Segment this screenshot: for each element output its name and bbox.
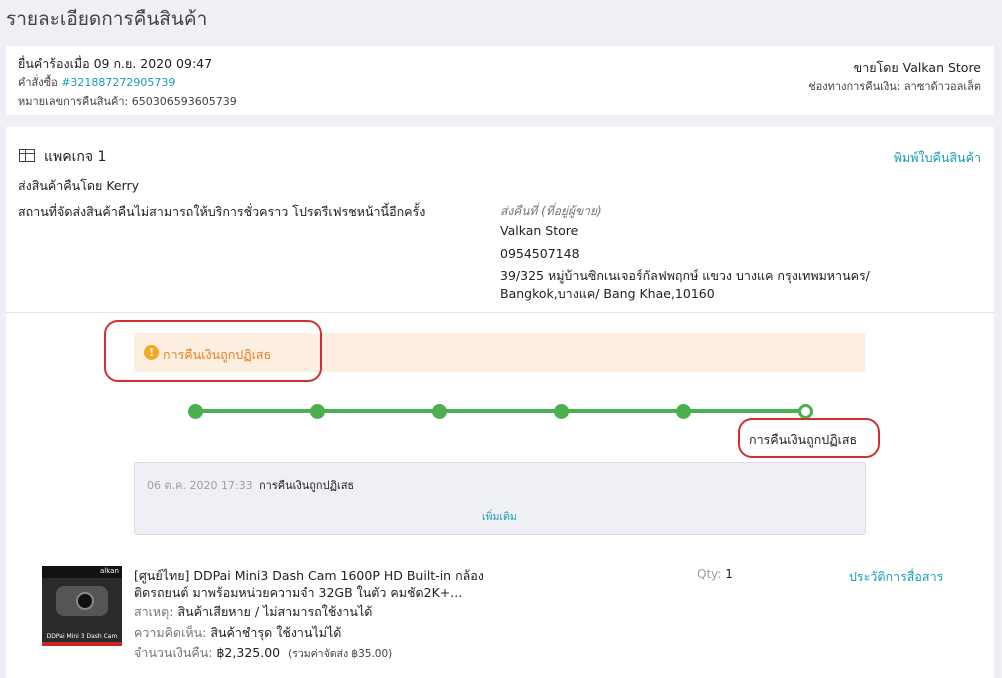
return-address-phone: 0954507148 — [500, 246, 580, 261]
comment-label: ความคิดเห็น: — [134, 625, 207, 640]
product-image[interactable]: alkan DDPai Mini 3 Dash Cam — [42, 566, 122, 646]
qty-label: Qty: — [697, 567, 722, 581]
courier-info: ส่งสินค้าคืนโดย Kerry — [18, 178, 140, 193]
dashcam-lens — [76, 592, 94, 610]
history-timestamp: 06 ต.ค. 2020 17:33 — [147, 479, 253, 492]
return-address-header: ส่งคืนที่ (ที่อยู่ผู้ขาย) — [500, 204, 602, 218]
tracker-step-3 — [432, 404, 447, 419]
history-event: การคืนเงินถูกปฏิเสธ — [259, 479, 355, 492]
return-address-line2: Bangkok,บางแค/ Bang Khae,10160 — [500, 286, 715, 301]
print-return-slip-link[interactable]: พิมพ์ใบคืนสินค้า — [894, 148, 981, 168]
seller-name: ขายโดย Valkan Store — [853, 60, 981, 75]
comment-value: สินค้าชำรุด ใช้งานไม่ได้ — [210, 625, 342, 640]
refund-channel: ช่องทางการคืนเงิน: ลาซาด้าวอลเล็ต — [808, 80, 981, 93]
tracker-step-current — [798, 404, 813, 419]
return-address-line1: 39/325 หมู่บ้านซิกเนเจอร์กัลฟพฤกษ์ แขวง … — [500, 268, 870, 283]
package-title: แพคเกจ 1 — [44, 149, 107, 165]
refund-amount-row: จำนวนเงินคืน: ฿2,325.00 (รวมค่าจัดส่ง ฿3… — [134, 643, 392, 663]
dropoff-unavailable-notice: สถานที่จัดส่งสินค้าคืนไม่สามารถให้บริการ… — [18, 204, 426, 219]
qty-value: 1 — [725, 567, 733, 581]
comment-row: ความคิดเห็น: สินค้าชำรุด ใช้งานไม่ได้ — [134, 623, 341, 643]
page-title: รายละเอียดการคืนสินค้า — [6, 8, 208, 30]
history-more-link[interactable]: เพิ่มเติม — [482, 508, 517, 525]
section-divider — [6, 312, 994, 313]
product-image-stripe — [42, 642, 122, 646]
tracker-line — [195, 409, 805, 413]
tracker-step-1 — [188, 404, 203, 419]
reason-label: สาเหตุ: — [134, 604, 174, 619]
return-reason-row: สาเหตุ: สินค้าเสียหาย / ไม่สามารถใช้งานไ… — [134, 602, 372, 622]
order-number-row: คำสั่งซื้อ #321887272905739 — [18, 73, 175, 91]
reason-value: สินค้าเสียหาย / ไม่สามารถใช้งานได้ — [177, 604, 373, 619]
product-image-brand: alkan — [100, 567, 119, 575]
amount-label: จำนวนเงินคืน: — [134, 645, 213, 660]
highlight-annotation — [104, 320, 322, 382]
communication-history-link[interactable]: ประวัติการสื่อสาร — [849, 567, 943, 587]
order-label: คำสั่งซื้อ — [18, 76, 58, 89]
shipping-note: (รวมค่าจัดส่ง ฿35.00) — [288, 648, 393, 660]
product-name-line2[interactable]: ติดรถยนต์ มาพร้อมหน่วยความจำ 32GB ในตัว … — [134, 583, 462, 603]
product-image-caption: DDPai Mini 3 Dash Cam — [46, 633, 118, 640]
order-number-link[interactable]: #321887272905739 — [61, 76, 175, 89]
tracker-step-5 — [676, 404, 691, 419]
return-number: หมายเลขการคืนสินค้า: 650306593605739 — [18, 95, 237, 108]
qty-row: Qty: 1 — [697, 567, 733, 581]
tracker-step-2 — [310, 404, 325, 419]
return-address-name: Valkan Store — [500, 223, 579, 238]
package-icon — [19, 149, 35, 162]
submitted-date: ยื่นคำร้องเมื่อ 09 ก.ย. 2020 09:47 — [18, 56, 213, 71]
amount-value: ฿2,325.00 — [216, 645, 281, 660]
highlight-annotation — [738, 418, 880, 458]
tracker-step-4 — [554, 404, 569, 419]
